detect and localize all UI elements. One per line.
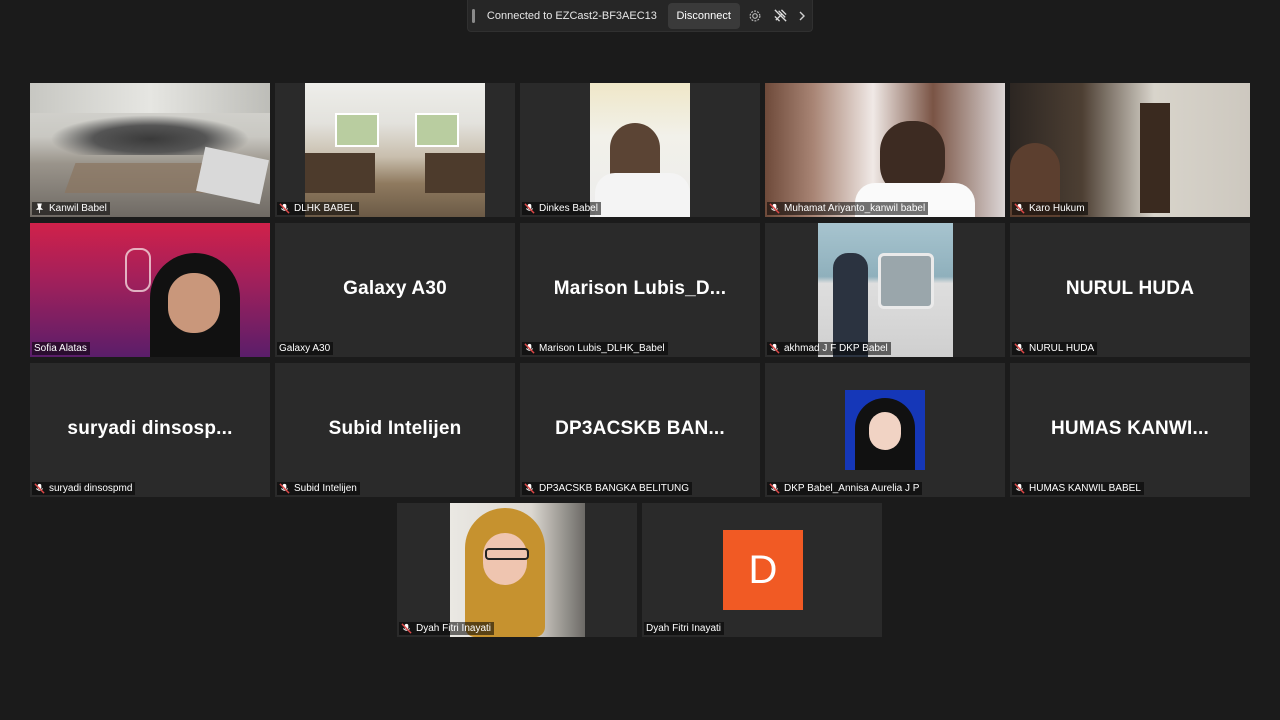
cast-status-bar: Connected to EZCast2-BF3AEC13 Disconnect [467, 0, 813, 32]
settings-icon[interactable] [746, 6, 765, 26]
participant-label: Marison Lubis_DLHK_Babel [522, 342, 668, 355]
participant-tile[interactable]: D Dyah Fitri Inayati [642, 503, 882, 637]
avatar: D [723, 530, 803, 610]
participant-tile[interactable]: Marison Lubis_D... Marison Lubis_DLHK_Ba… [520, 223, 760, 357]
participant-tile[interactable]: NURUL HUDA NURUL HUDA [1010, 223, 1250, 357]
mic-off-icon [279, 483, 290, 494]
participant-tile[interactable]: suryadi dinsosp... suryadi dinsospmd [30, 363, 270, 497]
mic-off-icon [401, 623, 412, 634]
participant-label: Dyah Fitri Inayati [399, 622, 495, 635]
video-feed [30, 223, 270, 357]
video-feed [590, 83, 690, 217]
video-feed [305, 83, 485, 217]
participant-label: Subid Intelijen [277, 482, 360, 495]
participant-tile[interactable]: Galaxy A30 Galaxy A30 [275, 223, 515, 357]
mic-off-icon [769, 483, 780, 494]
participant-display-name: NURUL HUDA [1065, 278, 1195, 299]
mic-off-icon [34, 483, 45, 494]
participant-tile[interactable]: Dyah Fitri Inayati [397, 503, 637, 637]
participant-tile[interactable]: Sofia Alatas [30, 223, 270, 357]
cast-status-text: Connected to EZCast2-BF3AEC13 [486, 9, 657, 22]
mic-off-icon [1014, 203, 1025, 214]
participant-label: akhmad J F DKP Babel [767, 342, 891, 355]
video-feed [450, 503, 585, 637]
participant-display-name: suryadi dinsosp... [67, 418, 233, 439]
mic-off-icon [524, 203, 535, 214]
participant-tile[interactable]: HUMAS KANWI... HUMAS KANWIL BABEL [1010, 363, 1250, 497]
disconnect-button[interactable]: Disconnect [667, 2, 740, 29]
participant-label: Dyah Fitri Inayati [644, 622, 725, 635]
video-feed [30, 83, 270, 217]
participant-display-name: Marison Lubis_D... [553, 278, 727, 299]
participant-display-name: Subid Intelijen [328, 418, 462, 439]
profile-photo [845, 390, 925, 470]
participant-label: Kanwil Babel [32, 202, 110, 215]
participant-label: NURUL HUDA [1012, 342, 1098, 355]
participant-label: Dinkes Babel [522, 202, 601, 215]
video-feed [765, 83, 1005, 217]
participant-tile[interactable]: DP3ACSKB BAN... DP3ACSKB BANGKA BELITUNG [520, 363, 760, 497]
participant-tile[interactable]: Kanwil Babel [30, 83, 270, 217]
mic-off-icon [279, 203, 290, 214]
participant-tile[interactable]: akhmad J F DKP Babel [765, 223, 1005, 357]
participant-tile[interactable]: Karo Hukum [1010, 83, 1250, 217]
mic-off-icon [1014, 343, 1025, 354]
mic-off-icon [1014, 483, 1025, 494]
participant-label: DLHK BABEL [277, 202, 359, 215]
drag-handle[interactable] [472, 8, 475, 23]
participant-label: Karo Hukum [1012, 202, 1088, 215]
participant-tile[interactable]: Dinkes Babel [520, 83, 760, 217]
participant-label: Galaxy A30 [277, 342, 334, 355]
participant-label: suryadi dinsospmd [32, 482, 136, 495]
chevron-right-icon[interactable] [793, 6, 812, 26]
participant-label: Sofia Alatas [32, 342, 90, 355]
mic-off-icon [524, 483, 535, 494]
participant-display-name: DP3ACSKB BAN... [555, 418, 725, 439]
participant-label: DP3ACSKB BANGKA BELITUNG [522, 482, 693, 495]
mic-off-icon [769, 343, 780, 354]
video-feed [1010, 83, 1250, 217]
participant-display-name: HUMAS KANWI... [1051, 418, 1209, 439]
participant-label: Muhamat Ariyanto_kanwil babel [767, 202, 929, 215]
participant-label: DKP Babel_Annisa Aurelia J P [767, 482, 923, 495]
video-feed [818, 223, 953, 357]
participant-tile[interactable]: DKP Babel_Annisa Aurelia J P [765, 363, 1005, 497]
mic-off-icon [769, 203, 780, 214]
participant-tile[interactable]: Subid Intelijen Subid Intelijen [275, 363, 515, 497]
participant-label: HUMAS KANWIL BABEL [1012, 482, 1144, 495]
pin-icon [35, 203, 44, 214]
participant-tile[interactable]: Muhamat Ariyanto_kanwil babel [765, 83, 1005, 217]
participant-display-name: Galaxy A30 [343, 278, 447, 299]
participant-tile[interactable]: DLHK BABEL [275, 83, 515, 217]
mic-off-icon [524, 343, 535, 354]
stop-casting-icon[interactable] [771, 6, 790, 26]
